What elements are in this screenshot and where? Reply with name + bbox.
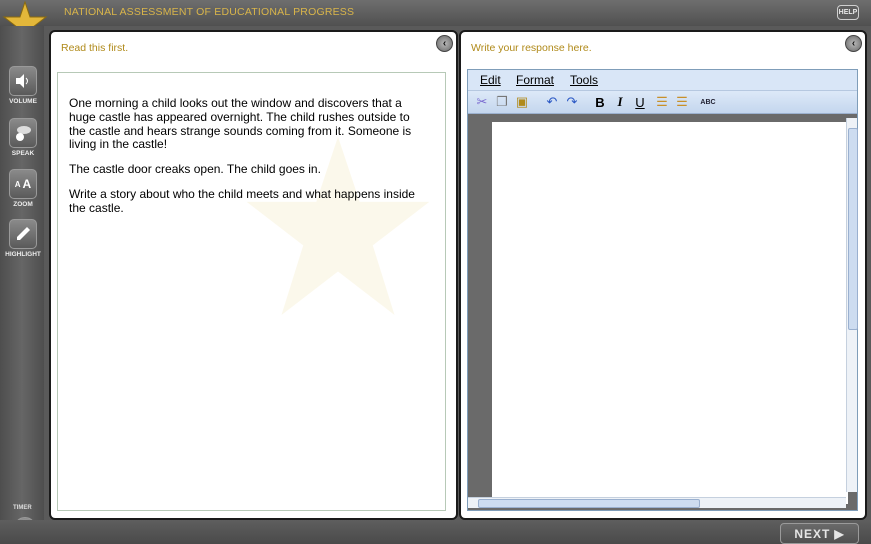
zoom-label: ZOOM — [13, 201, 33, 208]
highlight-label: HIGHLIGHT — [5, 251, 41, 258]
next-label: NEXT — [794, 526, 831, 541]
indent-icon[interactable]: ☰ — [654, 94, 670, 110]
menu-format[interactable]: Format — [516, 73, 554, 87]
redo-icon[interactable]: ↷ — [564, 94, 580, 110]
underline-button[interactable]: U — [632, 94, 648, 110]
spellcheck-label: ABC — [700, 98, 716, 106]
paste-icon[interactable]: ▣ — [514, 94, 530, 110]
pen-icon — [9, 219, 37, 249]
help-button[interactable]: HELP — [837, 5, 859, 20]
bottom-bar — [0, 520, 871, 544]
speaker-icon — [9, 66, 37, 96]
italic-button[interactable]: I — [612, 94, 628, 110]
top-bar: NATIONAL ASSESSMENT OF EDUCATIONAL PROGR… — [0, 0, 871, 26]
play-arrow-icon: ▶ — [834, 526, 845, 541]
zoom-icon: AA — [9, 169, 37, 199]
passage-paragraph: The castle door creaks open. The child g… — [69, 162, 321, 177]
zoom-tool[interactable]: AA ZOOM — [5, 169, 41, 208]
response-panel: Write your response here. ‹ Edit Format … — [459, 30, 867, 520]
app-title: NATIONAL ASSESSMENT OF EDUCATIONAL PROGR… — [64, 6, 355, 18]
menu-edit[interactable]: Edit — [480, 73, 501, 87]
timer-label: TIMER — [13, 505, 32, 511]
speak-tool[interactable]: SPEAK — [5, 118, 41, 157]
spellcheck-button[interactable]: ABC — [700, 94, 716, 110]
vertical-scrollbar[interactable] — [846, 118, 858, 492]
collapse-left-icon[interactable]: ‹ — [436, 35, 453, 52]
collapse-right-icon[interactable]: ‹ — [845, 35, 862, 52]
volume-label: VOLUME — [9, 98, 37, 105]
vertical-scroll-thumb[interactable] — [848, 128, 858, 330]
volume-tool[interactable]: VOLUME — [5, 66, 41, 105]
editor-toolbar: ✂ ❐ ▣ ↶ ↷ B I U ☰ ☰ ABC — [468, 91, 857, 114]
passage-box: One morning a child looks out the window… — [57, 72, 446, 511]
reading-panel: Read this first. ‹ One morning a child l… — [49, 30, 458, 520]
response-textarea[interactable] — [492, 122, 848, 504]
next-button[interactable]: NEXT ▶ — [780, 523, 859, 544]
bold-button[interactable]: B — [592, 94, 608, 110]
highlight-tool[interactable]: HIGHLIGHT — [5, 219, 41, 258]
speak-icon — [9, 118, 37, 148]
speak-label: SPEAK — [11, 150, 35, 157]
response-panel-heading: Write your response here. — [471, 42, 592, 54]
reading-panel-heading: Read this first. — [61, 42, 129, 54]
menu-tools[interactable]: Tools — [570, 73, 598, 87]
outdent-icon[interactable]: ☰ — [674, 94, 690, 110]
text-editor: Edit Format Tools ✂ ❐ ▣ ↶ ↷ B I U ☰ ☰ AB… — [467, 69, 858, 511]
copy-icon[interactable]: ❐ — [494, 94, 510, 110]
horizontal-scroll-thumb[interactable] — [478, 499, 700, 508]
passage-paragraph: One morning a child looks out the window… — [69, 96, 412, 152]
horizontal-scrollbar[interactable] — [468, 497, 846, 508]
passage-paragraph: Write a story about who the child meets … — [69, 186, 415, 215]
editor-menubar: Edit Format Tools — [468, 70, 857, 91]
undo-icon[interactable]: ↶ — [544, 94, 560, 110]
cut-icon[interactable]: ✂ — [474, 94, 490, 110]
